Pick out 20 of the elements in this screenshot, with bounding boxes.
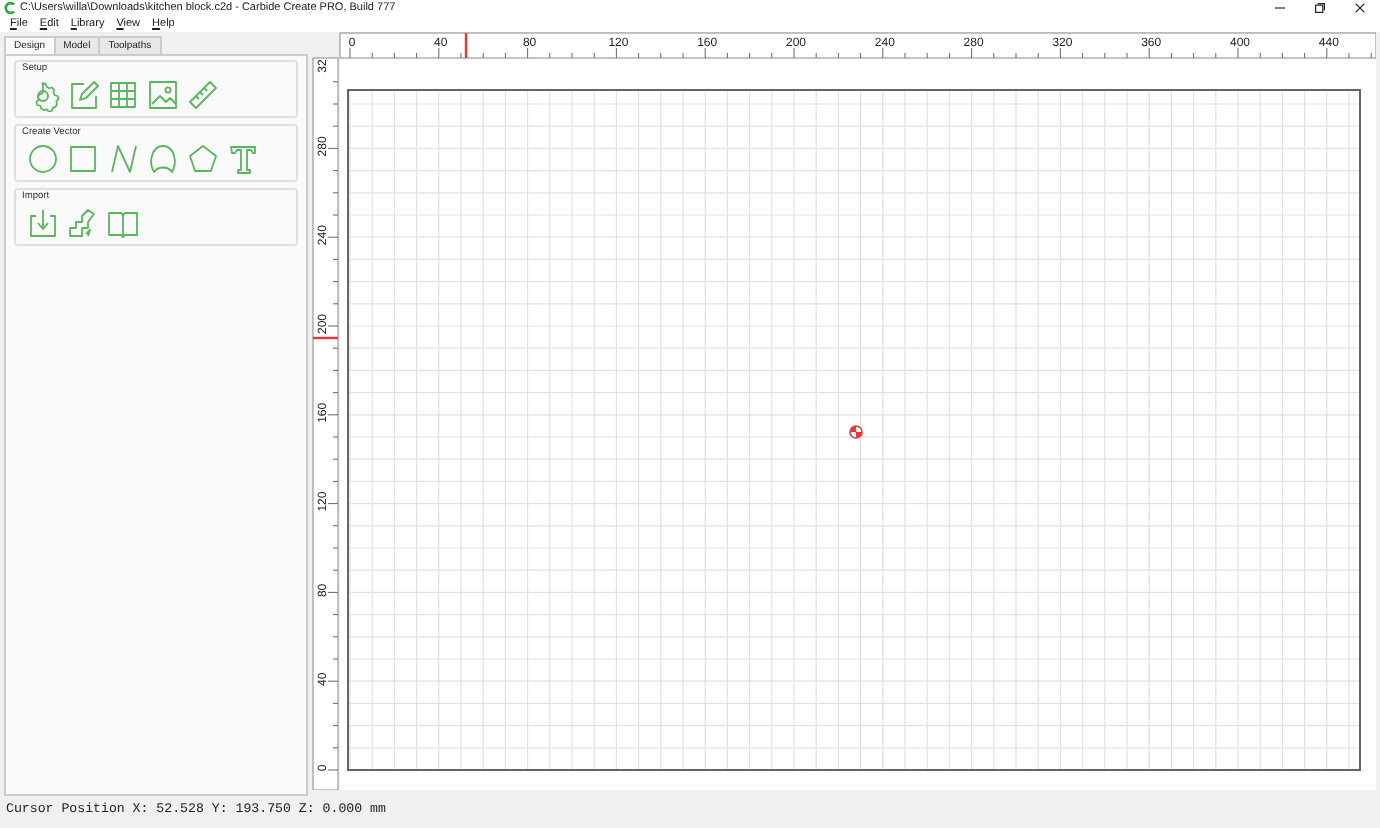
cursor-marker [464, 33, 468, 58]
open-book-tool-button[interactable] [106, 206, 140, 240]
close-icon [1354, 2, 1366, 14]
ruler-tool-button[interactable] [186, 78, 220, 112]
image-tool-button[interactable] [146, 78, 180, 112]
rectangle-tool-button[interactable] [66, 142, 100, 176]
import-tool-button[interactable] [26, 206, 60, 240]
text-tool-button[interactable] [226, 142, 260, 176]
minimize-icon [1274, 2, 1286, 14]
edit-tool-button[interactable] [66, 78, 100, 112]
restore-icon [1314, 2, 1326, 14]
circle-tool-button[interactable] [26, 142, 60, 176]
cursor-marker [313, 336, 338, 340]
curve-tool-button[interactable] [146, 142, 180, 176]
pentagon-tool-button[interactable] [186, 142, 220, 176]
grid-tool-button[interactable] [106, 78, 140, 112]
origin-marker-icon [849, 425, 863, 439]
app-logo-icon [4, 2, 16, 14]
stepped-shape-tool-button[interactable] [66, 206, 100, 240]
polyline-tool-button[interactable] [106, 142, 140, 176]
